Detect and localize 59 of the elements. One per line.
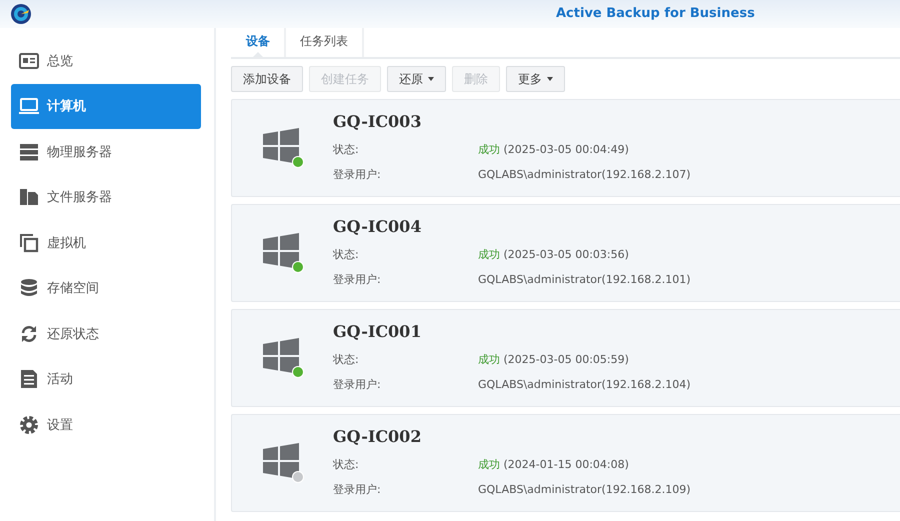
tab[interactable]: 设备 [232,28,286,57]
server-icon [19,142,39,162]
status-text: 成功 [478,248,500,261]
database-icon [19,278,39,298]
field-label: 状态: [333,142,360,157]
field-label: 登录用户: [333,167,382,182]
tab[interactable]: 任务列表 [286,28,364,57]
windows-logo-icon [261,126,301,166]
copy-icon [19,232,39,252]
sidebar-item[interactable]: 总览 [11,38,201,83]
sidebar-item[interactable]: 虚拟机 [11,220,201,265]
sidebar-item[interactable]: 设置 [11,402,201,447]
document-list-icon [19,369,39,389]
field-label: 登录用户: [333,272,382,287]
status-time: (2025-03-05 00:04:49) [504,143,629,156]
user-text: GQLABS\administrator(192.168.2.104) [478,378,691,391]
status-text: 成功 [478,143,500,156]
status-time: (2025-03-05 00:05:59) [504,353,629,366]
field-label: 状态: [333,457,360,472]
sidebar-item[interactable]: 计算机 [11,84,201,128]
status-text: 成功 [478,353,500,366]
app-logo-icon [11,4,31,24]
device-name: GQ-IC003 [333,112,422,133]
sidebar-item[interactable]: 物理服务器 [11,129,201,174]
sidebar-item[interactable]: 活动 [11,356,201,402]
field-label: 状态: [333,247,360,262]
device-card[interactable]: GQ-IC003 状态: 成功 (2025-03-05 00:04:49) 登录用户: GQLABS\administrator(192.168.2.107) [231,99,900,197]
status-time: (2024-01-15 00:04:08) [504,458,629,471]
field-label: 状态: [333,352,360,367]
toolbar-button[interactable]: 添加设备 [231,66,303,92]
user-text: GQLABS\administrator(192.168.2.109) [478,483,691,496]
status-text: 成功 [478,458,500,471]
dropdown-button[interactable]: 还原 [387,66,446,92]
field-label: 登录用户: [333,377,382,392]
device-card[interactable]: GQ-IC001 状态: 成功 (2025-03-05 00:05:59) 登录用户: GQLABS\administrator(192.168.2.104) [231,309,900,407]
device-name: GQ-IC004 [333,217,422,238]
laptop-icon [19,96,39,116]
user-text: GQLABS\administrator(192.168.2.101) [478,273,691,286]
sidebar-item[interactable]: 还原状态 [11,311,201,356]
user-text: GQLABS\administrator(192.168.2.107) [478,168,691,181]
status-time: (2025-03-05 00:03:56) [504,248,629,261]
dropdown-button[interactable]: 更多 [506,66,565,92]
settings-icon [19,414,39,434]
device-name: GQ-IC001 [333,322,422,343]
caret-icon [428,77,434,81]
file-server-icon [19,187,39,207]
sidebar-item[interactable]: 文件服务器 [11,174,201,220]
device-name: GQ-IC002 [333,427,422,448]
device-card[interactable]: GQ-IC002 状态: 成功 (2024-01-15 00:04:08) 登录用户: GQLABS\administrator(192.168.2.109) [231,414,900,512]
caret-icon [547,77,553,81]
windows-logo-icon [261,441,301,481]
sidebar-item[interactable]: 存储空间 [11,266,201,310]
overview-icon [19,50,39,70]
refresh-icon [19,324,39,344]
windows-logo-icon [261,336,301,376]
device-card[interactable]: GQ-IC004 状态: 成功 (2025-03-05 00:03:56) 登录用户: GQLABS\administrator(192.168.2.101) [231,204,900,302]
field-label: 登录用户: [333,482,382,497]
window-title: Active Backup for Business [556,6,755,21]
windows-logo-icon [261,231,301,271]
